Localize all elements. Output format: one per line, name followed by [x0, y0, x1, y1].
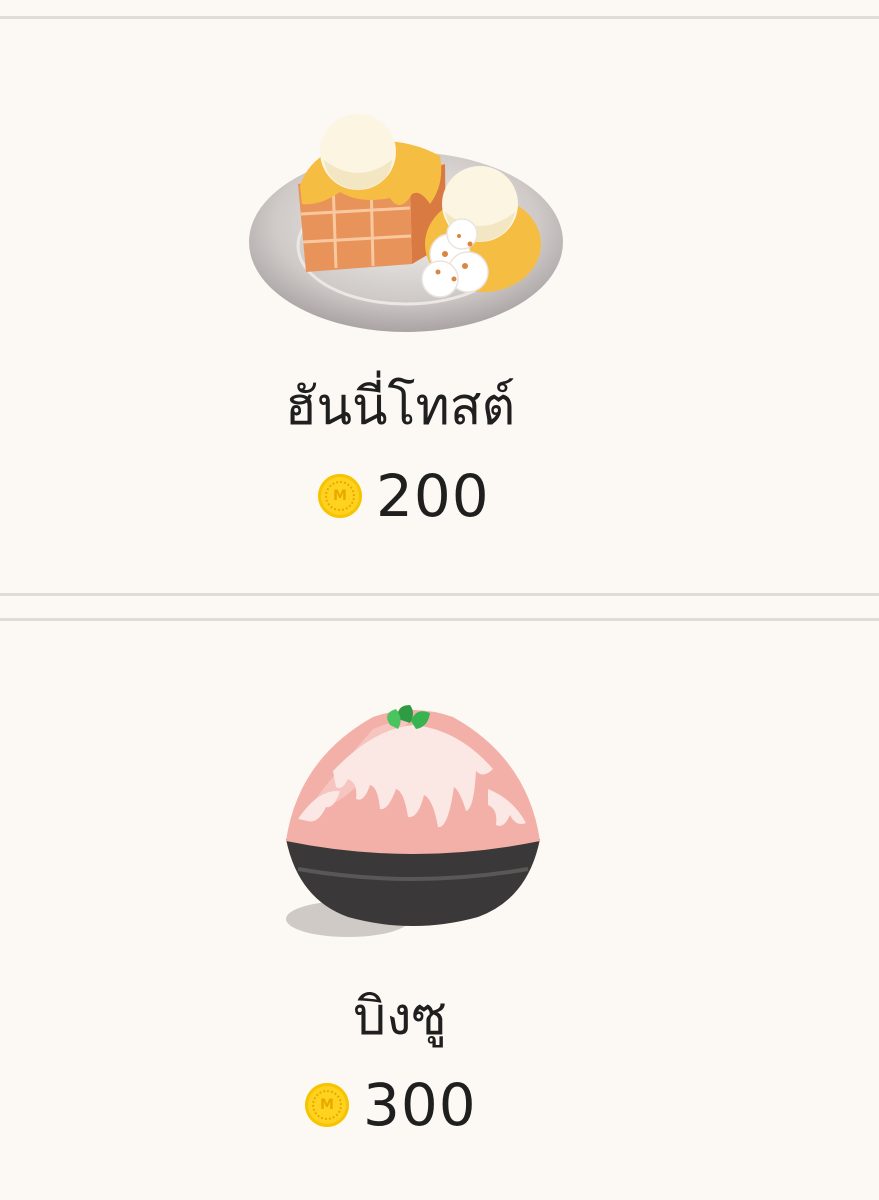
item-card-honey-toast[interactable]: ฮันนี่โทสต์ M 200	[0, 19, 879, 593]
item-card-bingsu[interactable]: บิงซู M 300	[0, 621, 879, 1200]
item-name: บิงซู	[353, 987, 447, 1047]
price-row: M 300	[305, 1071, 477, 1139]
price-row: M 200	[318, 462, 490, 530]
m-coin-icon: M	[318, 474, 362, 518]
m-coin-icon: M	[305, 1083, 349, 1127]
item-price: 200	[376, 462, 490, 530]
honey-toast-icon	[249, 114, 563, 332]
coin-letter: M	[325, 481, 355, 511]
item-price: 300	[363, 1071, 477, 1139]
bingsu-icon	[286, 705, 540, 937]
coin-letter: M	[312, 1090, 342, 1120]
item-list: ฮันนี่โทสต์ M 200 บิงซู M 300	[0, 0, 879, 1200]
card-divider	[0, 593, 879, 596]
item-name: ฮันนี่โทสต์	[284, 377, 516, 437]
